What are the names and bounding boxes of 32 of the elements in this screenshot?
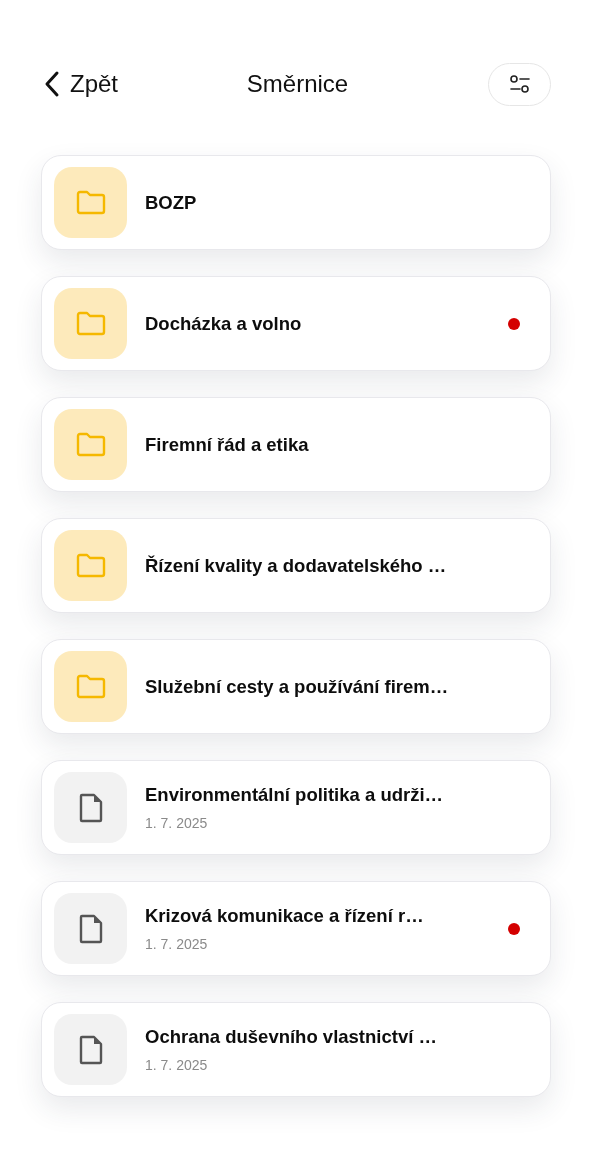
document-item[interactable]: Ochrana duševního vlastnictví … 1. 7. 2025 — [41, 1002, 551, 1097]
document-icon — [78, 913, 103, 944]
document-item[interactable]: Krizová komunikace a řízení r… 1. 7. 2025 — [41, 881, 551, 976]
item-title: Environmentální politika a udrži… — [145, 783, 445, 808]
item-title: Řízení kvality a dodavatelského … — [145, 553, 448, 578]
folder-icon — [75, 553, 106, 578]
folder-item[interactable]: BOZP — [41, 155, 551, 250]
folder-item[interactable]: Služební cesty a používání firem… — [41, 639, 551, 734]
back-icon — [44, 70, 60, 98]
item-date: 1. 7. 2025 — [145, 934, 209, 954]
item-title: Krizová komunikace a řízení r… — [145, 904, 425, 929]
page-title: Směrnice — [246, 69, 349, 99]
document-icon — [78, 1034, 103, 1065]
folder-icon — [75, 432, 106, 457]
document-item[interactable]: Environmentální politika a udrži… 1. 7. 2025 — [41, 760, 551, 855]
folder-item[interactable]: Firemní řád a etika — [41, 397, 551, 492]
item-date: 1. 7. 2025 — [145, 813, 209, 833]
item-title: Služební cesty a používání firem… — [145, 674, 450, 699]
folder-icon — [75, 311, 106, 336]
item-title: Docházka a volno — [145, 311, 303, 336]
folder-item[interactable]: Docházka a volno — [41, 276, 551, 371]
item-title: Firemní řád a etika — [145, 432, 310, 457]
document-icon — [78, 792, 103, 823]
item-date: 1. 7. 2025 — [145, 1055, 209, 1075]
filter-icon — [509, 75, 530, 93]
folder-icon — [75, 674, 106, 699]
item-title: Ochrana duševního vlastnictví … — [145, 1025, 438, 1050]
folder-icon — [75, 190, 106, 215]
item-title: BOZP — [145, 190, 198, 215]
back-button[interactable]: Zpět — [44, 66, 119, 102]
filter-button[interactable] — [488, 62, 551, 106]
folder-item[interactable]: Řízení kvality a dodavatelského … — [41, 518, 551, 613]
